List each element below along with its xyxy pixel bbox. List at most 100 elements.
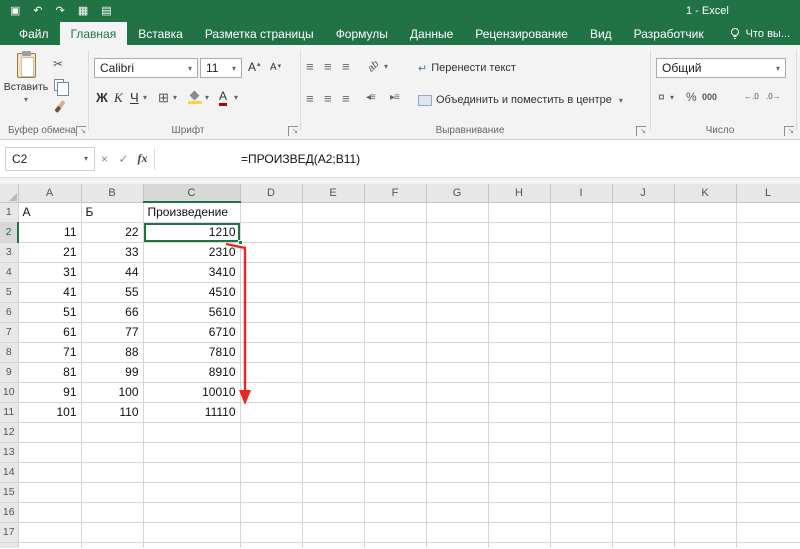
cell-L15[interactable] — [736, 482, 800, 502]
cell-D9[interactable] — [240, 362, 302, 382]
cell-I8[interactable] — [550, 342, 612, 362]
cell-L1[interactable] — [736, 202, 800, 222]
row-header-8[interactable]: 8 — [0, 342, 18, 362]
cell-H11[interactable] — [488, 402, 550, 422]
cell-J1[interactable] — [612, 202, 674, 222]
cell-H13[interactable] — [488, 442, 550, 462]
cell-H17[interactable] — [488, 522, 550, 542]
cell-E6[interactable] — [302, 302, 364, 322]
cell-B18[interactable] — [81, 542, 143, 548]
fill-color-icon[interactable] — [188, 91, 202, 104]
cell-D15[interactable] — [240, 482, 302, 502]
cell-J2[interactable] — [612, 222, 674, 242]
cell-C11[interactable]: 11110 — [143, 402, 240, 422]
cell-F11[interactable] — [364, 402, 426, 422]
cell-F17[interactable] — [364, 522, 426, 542]
cell-A10[interactable]: 91 — [18, 382, 81, 402]
orientation-icon[interactable]: ab — [366, 59, 382, 75]
cell-C3[interactable]: 2310 — [143, 242, 240, 262]
cell-A15[interactable] — [18, 482, 81, 502]
cell-J18[interactable] — [612, 542, 674, 548]
cell-E3[interactable] — [302, 242, 364, 262]
decrease-decimal-icon[interactable]: .0→ — [766, 93, 781, 101]
cell-L12[interactable] — [736, 422, 800, 442]
cell-C14[interactable] — [143, 462, 240, 482]
cell-K13[interactable] — [674, 442, 736, 462]
cell-H1[interactable] — [488, 202, 550, 222]
cell-H6[interactable] — [488, 302, 550, 322]
orientation-dropdown-arrow[interactable]: ▾ — [384, 63, 388, 71]
row-header-12[interactable]: 12 — [0, 422, 18, 442]
cell-G10[interactable] — [426, 382, 488, 402]
cell-G6[interactable] — [426, 302, 488, 322]
select-all-button[interactable] — [0, 184, 18, 202]
cell-E5[interactable] — [302, 282, 364, 302]
cell-E4[interactable] — [302, 262, 364, 282]
cell-K12[interactable] — [674, 422, 736, 442]
cell-K3[interactable] — [674, 242, 736, 262]
number-dialog-launcher[interactable]: ↘ — [784, 126, 794, 136]
cell-K15[interactable] — [674, 482, 736, 502]
comma-style-icon[interactable]: 000 — [702, 93, 717, 102]
cell-I13[interactable] — [550, 442, 612, 462]
underline-button[interactable]: Ч — [130, 90, 139, 105]
cell-G13[interactable] — [426, 442, 488, 462]
cell-G15[interactable] — [426, 482, 488, 502]
cell-J12[interactable] — [612, 422, 674, 442]
row-header-7[interactable]: 7 — [0, 322, 18, 342]
cell-D16[interactable] — [240, 502, 302, 522]
cell-K4[interactable] — [674, 262, 736, 282]
cell-L10[interactable] — [736, 382, 800, 402]
cell-L11[interactable] — [736, 402, 800, 422]
cell-C7[interactable]: 6710 — [143, 322, 240, 342]
cell-L5[interactable] — [736, 282, 800, 302]
cell-E13[interactable] — [302, 442, 364, 462]
cell-H16[interactable] — [488, 502, 550, 522]
cell-I11[interactable] — [550, 402, 612, 422]
cell-G11[interactable] — [426, 402, 488, 422]
sheet-icon[interactable]: ▤ — [101, 6, 111, 17]
font-color-icon[interactable]: А — [219, 90, 227, 106]
cell-I18[interactable] — [550, 542, 612, 548]
cell-L13[interactable] — [736, 442, 800, 462]
cell-H2[interactable] — [488, 222, 550, 242]
cell-C2[interactable]: 1210 — [143, 222, 240, 242]
cut-icon[interactable]: ✂ — [53, 58, 63, 70]
cell-H7[interactable] — [488, 322, 550, 342]
cell-I7[interactable] — [550, 322, 612, 342]
cell-B1[interactable]: Б — [81, 202, 143, 222]
row-header-6[interactable]: 6 — [0, 302, 18, 322]
fill-color-dropdown-arrow[interactable]: ▾ — [205, 94, 209, 102]
number-format-select[interactable]: Общий ▾ — [656, 58, 786, 78]
cell-E10[interactable] — [302, 382, 364, 402]
font-color-dropdown-arrow[interactable]: ▾ — [234, 94, 238, 102]
cell-B14[interactable] — [81, 462, 143, 482]
cell-B12[interactable] — [81, 422, 143, 442]
cell-I5[interactable] — [550, 282, 612, 302]
tab-formulas[interactable]: Формулы — [325, 22, 399, 45]
cell-I2[interactable] — [550, 222, 612, 242]
cell-F5[interactable] — [364, 282, 426, 302]
paste-dropdown-arrow[interactable]: ▾ — [24, 96, 28, 104]
cell-K8[interactable] — [674, 342, 736, 362]
cell-F3[interactable] — [364, 242, 426, 262]
cell-D12[interactable] — [240, 422, 302, 442]
cell-B7[interactable]: 77 — [81, 322, 143, 342]
cell-C18[interactable] — [143, 542, 240, 548]
cell-C5[interactable]: 4510 — [143, 282, 240, 302]
cell-A6[interactable]: 51 — [18, 302, 81, 322]
cell-K1[interactable] — [674, 202, 736, 222]
align-left-icon[interactable]: ≡ — [306, 92, 314, 105]
cell-F8[interactable] — [364, 342, 426, 362]
cell-C8[interactable]: 7810 — [143, 342, 240, 362]
cell-J5[interactable] — [612, 282, 674, 302]
cell-E15[interactable] — [302, 482, 364, 502]
cell-A13[interactable] — [18, 442, 81, 462]
cell-D7[interactable] — [240, 322, 302, 342]
cell-C12[interactable] — [143, 422, 240, 442]
cell-F13[interactable] — [364, 442, 426, 462]
row-header-9[interactable]: 9 — [0, 362, 18, 382]
cell-K10[interactable] — [674, 382, 736, 402]
cell-G2[interactable] — [426, 222, 488, 242]
font-dialog-launcher[interactable]: ↘ — [288, 126, 298, 136]
